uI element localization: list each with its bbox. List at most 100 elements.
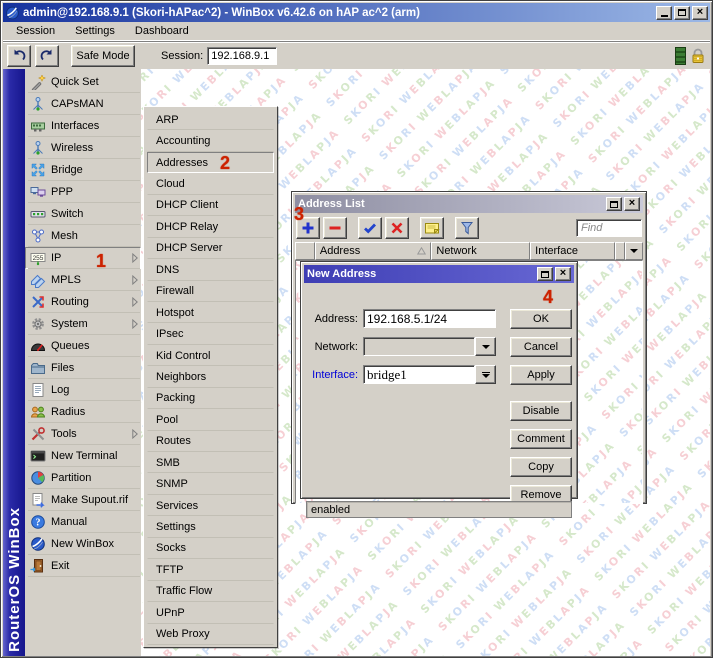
routing-arrows-icon [30,294,46,310]
submenu-item-firewall[interactable]: Firewall [147,281,274,302]
address-list-toolbar [295,213,643,242]
network-dropdown-button[interactable] [475,337,496,356]
submenu-item-traffic-flow[interactable]: Traffic Flow [147,581,274,602]
sidebar-item-mesh[interactable]: Mesh [25,225,141,247]
sidebar-item-mpls[interactable]: MPLS [25,269,141,291]
disable-button[interactable]: Disable [510,401,572,421]
copy-button[interactable]: Copy [510,457,572,477]
close-button[interactable]: × [692,6,708,20]
enable-button[interactable] [358,217,382,239]
menubar: SessionSettingsDashboard [3,22,710,41]
sidebar-item-queues[interactable]: Queues [25,335,141,357]
new-address-body: Address: Network: Interface: [304,283,574,495]
sidebar-item-routing[interactable]: Routing [25,291,141,313]
apply-button[interactable]: Apply [510,365,572,385]
submenu-item-upnp[interactable]: UPnP [147,602,274,623]
submenu-item-ipsec[interactable]: IPsec [147,323,274,344]
new-address-titlebar[interactable]: New Address × [304,265,574,283]
status-bar: enabled [306,501,572,518]
sidebar-item-wireless[interactable]: Wireless [25,137,141,159]
network-column-header[interactable]: Network [431,242,530,260]
submenu-item-accounting[interactable]: Accounting [147,130,274,151]
sidebar-item-interfaces[interactable]: Interfaces [25,115,141,137]
ok-button[interactable]: OK [510,309,572,329]
sidebar-item-partition[interactable]: Partition [25,467,141,489]
sidebar-item-quick-set[interactable]: Quick Set [25,71,141,93]
row-flag-column-header[interactable] [295,242,315,260]
sidebar-item-files[interactable]: Files [25,357,141,379]
sidebar-item-manual[interactable]: ?Manual [25,511,141,533]
sidebar-item-radius[interactable]: Radius [25,401,141,423]
submenu-item-neighbors[interactable]: Neighbors [147,366,274,387]
sidebar-item-capsman[interactable]: CAPsMAN [25,93,141,115]
column-options-button[interactable] [625,242,643,260]
submenu-item-web-proxy[interactable]: Web Proxy [147,624,274,645]
new-address-close-button[interactable]: × [555,267,571,281]
sidebar-item-label: Log [51,384,69,396]
comment-button[interactable] [420,217,444,239]
submenu-item-settings[interactable]: Settings [147,516,274,537]
submenu-item-cloud[interactable]: Cloud [147,173,274,194]
submenu-item-packing[interactable]: Packing [147,388,274,409]
session-field[interactable]: 192.168.9.1 [207,47,277,65]
address-list-titlebar[interactable]: Address List × [295,195,643,213]
sidebar-item-ip[interactable]: 255IP [25,247,141,269]
menu-item-dashboard[interactable]: Dashboard [126,23,198,39]
sidebar-item-switch[interactable]: Switch [25,203,141,225]
annotation-step-4: 4 [543,288,553,306]
filter-button[interactable] [455,217,479,239]
interface-dropdown-button[interactable] [475,365,496,384]
maximize-button[interactable] [674,6,690,20]
redo-button[interactable] [35,45,59,67]
new-address-maximize-button[interactable] [537,267,553,281]
menu-item-session[interactable]: Session [7,23,64,39]
submenu-item-services[interactable]: Services [147,495,274,516]
remove-address-button[interactable] [323,217,347,239]
find-input[interactable] [576,219,642,237]
sidebar-item-ppp[interactable]: PPP [25,181,141,203]
minimize-button[interactable] [656,6,672,20]
supout-doc-icon [30,492,46,508]
menu-item-settings[interactable]: Settings [66,23,124,39]
submenu-item-dhcp-relay[interactable]: DHCP Relay [147,216,274,237]
comment-button[interactable]: Comment [510,429,572,449]
close-icon: × [697,7,703,18]
submenu-item-arp[interactable]: ARP [147,109,274,130]
address-list-close-button[interactable]: × [624,197,640,211]
sidebar-item-exit[interactable]: Exit [25,555,141,577]
interface-field-label: Interface: [306,369,358,381]
address-input[interactable] [363,309,496,328]
winbox-window: admin@192.168.9.1 (Skori-hAPac^2) - WinB… [0,0,713,658]
chevron-down-icon [630,249,638,253]
submenu-item-dhcp-client[interactable]: DHCP Client [147,195,274,216]
sidebar-item-new-terminal[interactable]: New Terminal [25,445,141,467]
sidebar-item-make-supout-rif[interactable]: Make Supout.rif [25,489,141,511]
network-input[interactable] [363,337,475,356]
mesh-nodes-icon [30,228,46,244]
sidebar-item-bridge[interactable]: Bridge [25,159,141,181]
undo-button[interactable] [7,45,31,67]
sidebar-item-system[interactable]: System [25,313,141,335]
interface-column-header[interactable]: Interface [530,242,615,260]
submenu-item-dns[interactable]: DNS [147,259,274,280]
submenu-item-routes[interactable]: Routes [147,431,274,452]
submenu-item-pool[interactable]: Pool [147,409,274,430]
interface-input[interactable] [363,365,475,384]
submenu-item-socks[interactable]: Socks [147,538,274,559]
disable-button[interactable] [385,217,409,239]
safe-mode-button[interactable]: Safe Mode [71,45,135,67]
submenu-item-tftp[interactable]: TFTP [147,559,274,580]
close-icon: × [560,268,566,279]
submenu-item-addresses[interactable]: Addresses [147,152,274,173]
cancel-button[interactable]: Cancel [510,337,572,357]
sidebar-item-tools[interactable]: Tools [25,423,141,445]
sidebar-item-log[interactable]: Log [25,379,141,401]
submenu-item-kid-control[interactable]: Kid Control [147,345,274,366]
submenu-item-hotspot[interactable]: Hotspot [147,302,274,323]
address-list-maximize-button[interactable] [606,197,622,211]
submenu-item-smb[interactable]: SMB [147,452,274,473]
address-column-header[interactable]: Address [315,242,432,260]
sidebar-item-new-winbox[interactable]: New WinBox [25,533,141,555]
submenu-item-snmp[interactable]: SNMP [147,473,274,494]
submenu-item-dhcp-server[interactable]: DHCP Server [147,238,274,259]
